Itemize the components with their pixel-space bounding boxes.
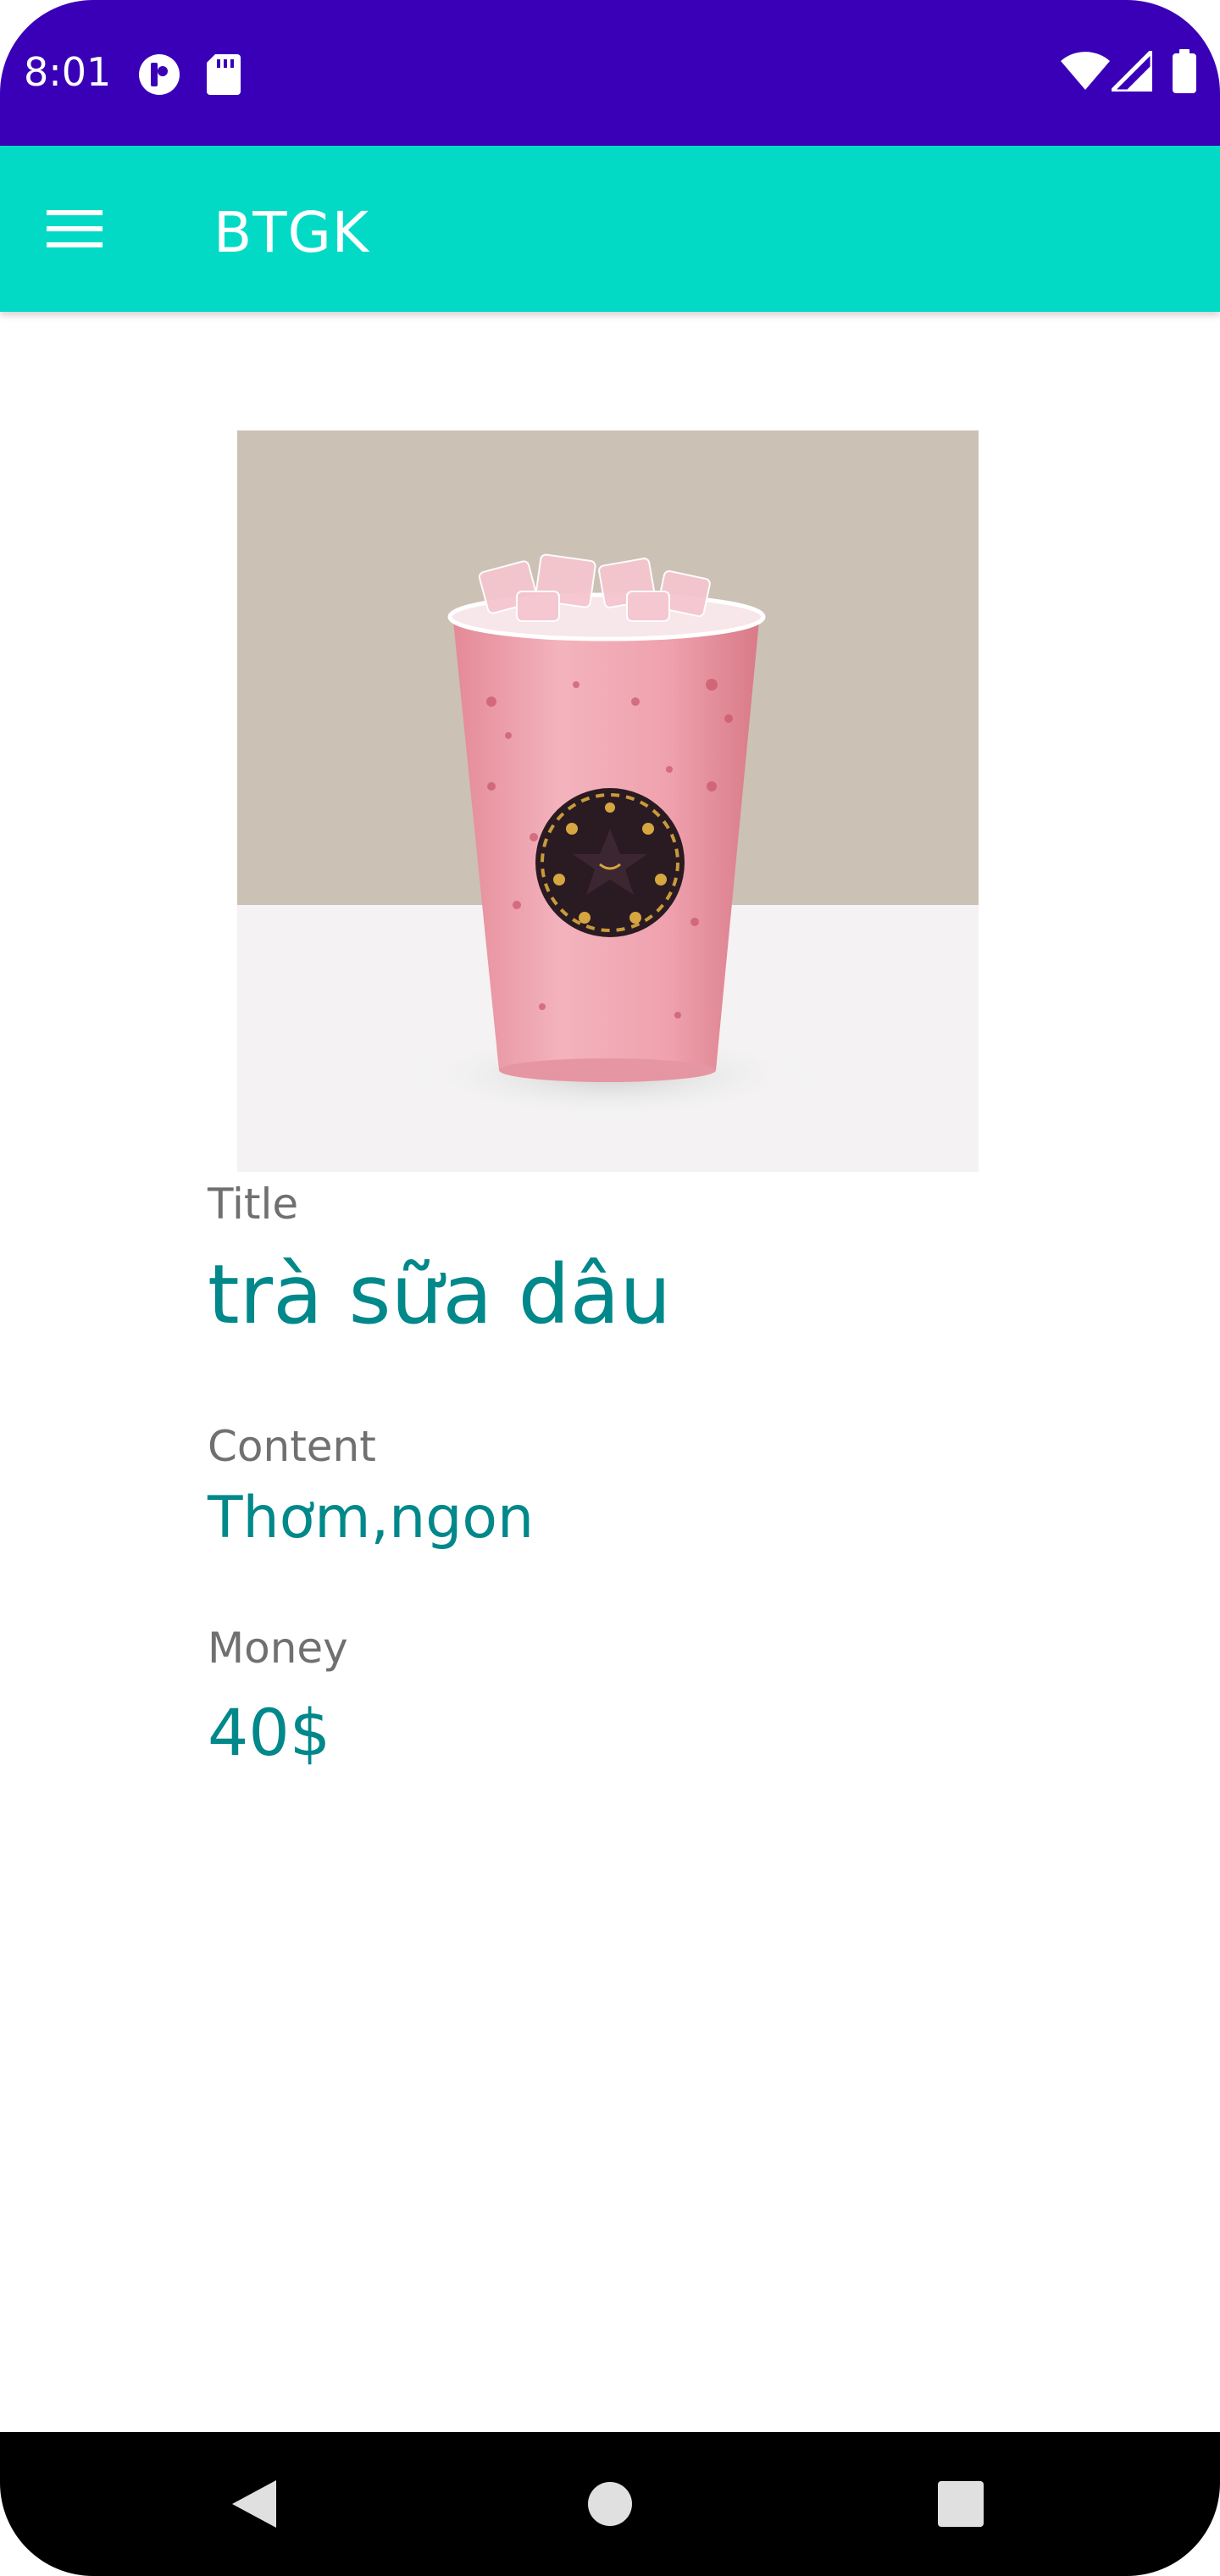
- recents-icon: [938, 2481, 984, 2527]
- menu-icon: [47, 210, 103, 247]
- money-value: 40$: [208, 1695, 331, 1770]
- menu-button[interactable]: [34, 188, 115, 269]
- status-bar: 8:01: [0, 0, 1220, 146]
- navigation-bar: [0, 2432, 1220, 2576]
- recents-button[interactable]: [893, 2432, 1029, 2576]
- title-value: trà sữa dâu: [208, 1247, 672, 1342]
- app-bar: BTGK: [0, 146, 1220, 312]
- product-image: [237, 430, 979, 1172]
- content-value: Thơm,ngon: [208, 1485, 535, 1552]
- title-label: Title: [208, 1180, 299, 1229]
- back-icon: [232, 2480, 276, 2528]
- home-button[interactable]: [542, 2432, 678, 2576]
- screen: 8:01 BTGK Title trà sữa dâu Content Thơm…: [0, 0, 1220, 2576]
- wifi-icon: [1061, 51, 1110, 94]
- app-title: BTGK: [214, 200, 370, 265]
- signal-icon: [1106, 45, 1155, 96]
- money-label: Money: [208, 1624, 348, 1673]
- home-icon: [588, 2482, 632, 2526]
- sd-card-icon: [207, 54, 241, 99]
- content-label: Content: [208, 1422, 376, 1471]
- battery-icon: [1173, 49, 1196, 97]
- back-button[interactable]: [186, 2432, 322, 2576]
- app-notification-icon: [137, 53, 181, 101]
- status-time: 8:01: [24, 49, 112, 95]
